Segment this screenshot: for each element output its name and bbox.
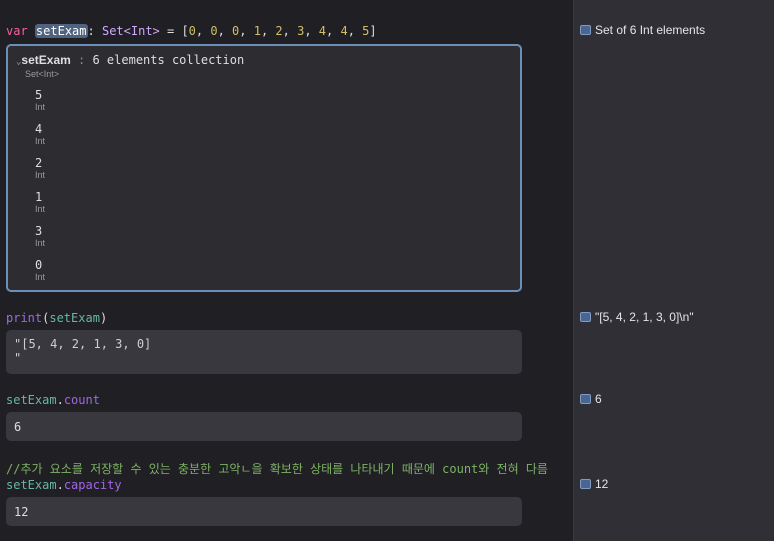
array-literal-value: 0 [232, 24, 240, 38]
set-element: 2 Int [35, 156, 46, 180]
set-element: 5 Int [35, 88, 46, 112]
quick-look-toggle-icon[interactable] [580, 312, 591, 322]
result-item[interactable]: Set of 6 Int elements [580, 23, 705, 37]
array-literal-value: 3 [297, 24, 305, 38]
set-element: 0 Int [35, 258, 46, 282]
selected-identifier[interactable]: setExam [34, 24, 88, 38]
set-element: 3 Int [35, 224, 46, 248]
quick-look-toggle-icon[interactable] [580, 479, 591, 489]
code-editor[interactable]: var setExam: Set<Int> = [0, 0, 0, 1, 2, … [0, 0, 573, 541]
array-literal-value: 1 [253, 24, 261, 38]
capacity-result: 12 [6, 497, 522, 526]
results-sidebar: Set of 6 Int elements "[5, 4, 2, 1, 3, 0… [573, 0, 774, 541]
print-result: "[5, 4, 2, 1, 3, 0] " [6, 330, 522, 374]
array-literal-value: 2 [275, 24, 283, 38]
set-element: 4 Int [35, 122, 46, 146]
array-literal-value: 0 [210, 24, 218, 38]
declaration-line: var setExam: Set<Int> = [0, 0, 0, 1, 2, … [6, 24, 377, 38]
array-literal-value: 4 [318, 24, 327, 38]
quick-look-toggle-icon[interactable] [580, 394, 591, 404]
comment-line: //추가 요소를 저장할 수 있는 충분한 고악ㄴ을 확보한 상태를 나타내기 … [6, 462, 548, 476]
result-item[interactable]: 12 [580, 477, 608, 491]
array-literal-value: 4 [340, 24, 348, 38]
print-line: print(setExam) [6, 311, 108, 325]
count-line: setExam.count [6, 393, 100, 407]
variable-inspector: ⌄setExam : 6 elements collection Set<Int… [6, 44, 522, 292]
quick-look-toggle-icon[interactable] [580, 25, 591, 35]
set-element: 1 Int [35, 190, 46, 214]
capacity-line: setExam.capacity [6, 478, 122, 492]
array-literal-value: 0 [188, 24, 196, 38]
result-item[interactable]: 6 [580, 392, 602, 406]
count-result: 6 [6, 412, 522, 441]
result-item[interactable]: "[5, 4, 2, 1, 3, 0]\n" [580, 310, 694, 324]
